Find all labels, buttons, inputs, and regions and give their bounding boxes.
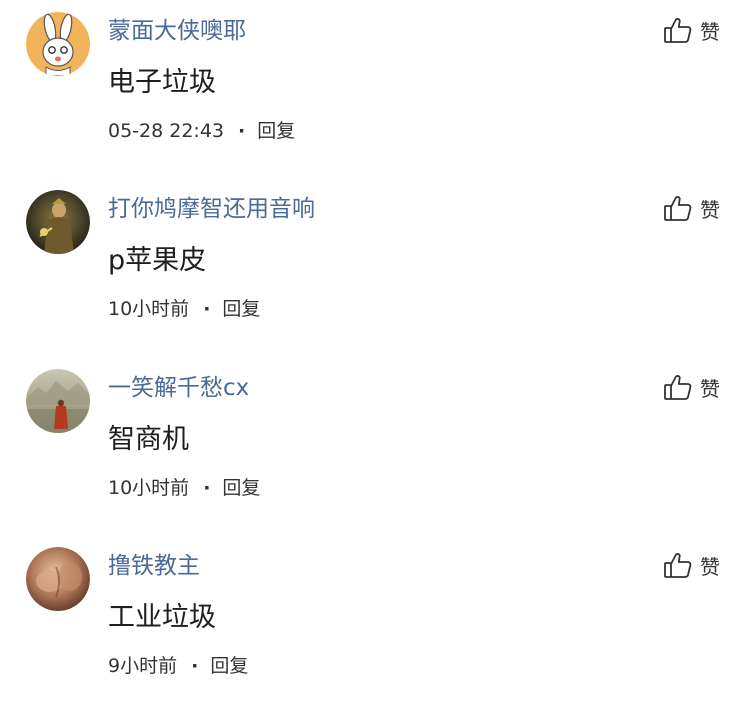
warrior-avatar-icon: [26, 190, 90, 254]
comment-item: 打你鸠摩智还用音响 p苹果皮 10小时前 · 回复 赞: [0, 178, 750, 356]
comment-list: 蒙面大侠噢耶 电子垃圾 05-28 22:43 · 回复 赞 打你鸠摩智还用音响…: [0, 0, 750, 692]
comment-text: 电子垃圾: [108, 67, 216, 98]
comment-text: 工业垃圾: [108, 602, 216, 633]
separator-dot: ·: [203, 298, 211, 320]
separator-dot: ·: [203, 477, 211, 499]
muscle-avatar-icon: [26, 547, 90, 611]
thumbs-up-icon: [664, 196, 692, 221]
like-button[interactable]: 赞: [663, 371, 720, 403]
avatar[interactable]: [26, 547, 90, 611]
username[interactable]: 打你鸠摩智还用音响: [108, 193, 315, 225]
username[interactable]: 蒙面大侠噢耶: [108, 15, 246, 47]
reply-button[interactable]: 回复: [257, 120, 295, 142]
separator-dot: ·: [238, 120, 246, 142]
comment-item: 撸铁教主 工业垃圾 9小时前 · 回复 赞: [0, 535, 750, 713]
thumbs-up-icon: [664, 375, 692, 400]
timestamp: 10小时前: [108, 298, 190, 320]
avatar[interactable]: [26, 369, 90, 433]
thumbs-up-icon: [664, 553, 692, 578]
timestamp: 10小时前: [108, 477, 190, 499]
avatar[interactable]: [26, 12, 90, 76]
comment-meta: 05-28 22:43 · 回复: [108, 117, 295, 145]
timestamp: 9小时前: [108, 655, 178, 677]
avatar[interactable]: [26, 190, 90, 254]
comment-text: 智商机: [108, 424, 189, 455]
like-label: 赞: [700, 197, 720, 222]
like-label: 赞: [700, 19, 720, 44]
comment-meta: 10小时前 · 回复: [108, 474, 260, 502]
reply-button[interactable]: 回复: [210, 655, 248, 677]
timestamp: 05-28 22:43: [108, 120, 225, 142]
comment-item: 蒙面大侠噢耶 电子垃圾 05-28 22:43 · 回复 赞: [0, 0, 750, 178]
like-label: 赞: [700, 554, 720, 579]
username[interactable]: 一笑解千愁cx: [108, 372, 249, 404]
reply-button[interactable]: 回复: [222, 477, 260, 499]
separator-dot: ·: [191, 655, 199, 677]
like-button[interactable]: 赞: [663, 549, 720, 581]
comment-text: p苹果皮: [108, 245, 207, 276]
reply-button[interactable]: 回复: [222, 298, 260, 320]
comment-item: 一笑解千愁cx 智商机 10小时前 · 回复 赞: [0, 357, 750, 535]
like-label: 赞: [700, 376, 720, 401]
monk-avatar-icon: [26, 369, 90, 433]
like-button[interactable]: 赞: [663, 14, 720, 46]
thumbs-up-icon: [664, 18, 692, 43]
username[interactable]: 撸铁教主: [108, 550, 200, 582]
like-button[interactable]: 赞: [663, 192, 720, 224]
comment-meta: 9小时前 · 回复: [108, 652, 248, 680]
rabbit-avatar-icon: [26, 12, 90, 76]
comment-meta: 10小时前 · 回复: [108, 295, 260, 323]
